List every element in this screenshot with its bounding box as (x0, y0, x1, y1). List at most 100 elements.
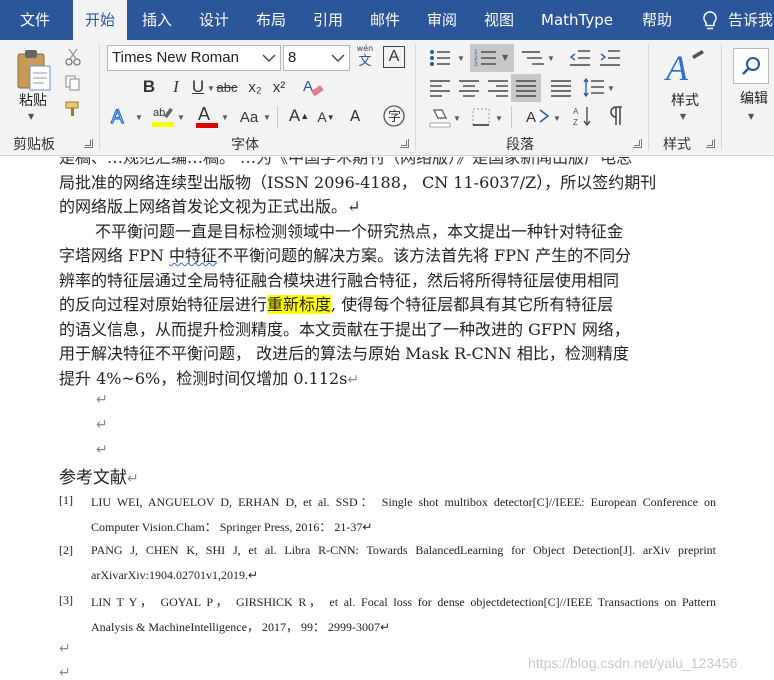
font-launcher-icon[interactable] (400, 139, 409, 148)
paragraph-group-label: 段落 (506, 137, 534, 153)
shading-dropdown-icon[interactable]: ▼ (452, 110, 462, 126)
styles-launcher-icon[interactable] (706, 139, 715, 148)
paste-dropdown-icon[interactable]: ▼ (28, 112, 34, 121)
multilevel-dropdown-icon[interactable]: ▼ (546, 50, 556, 66)
format-painter-icon[interactable] (64, 100, 82, 118)
font-name-combo[interactable]: Times New Roman (107, 45, 281, 71)
reference-number: [3] (59, 593, 73, 607)
references-heading: 参考文献↵ (59, 463, 139, 488)
subscript-button[interactable]: x₂ (244, 76, 266, 98)
font-name-value: Times New Roman (112, 49, 239, 66)
justify-button[interactable] (511, 74, 541, 102)
svg-text:Z: Z (573, 118, 578, 127)
borders-dropdown-icon[interactable]: ▼ (494, 110, 504, 126)
svg-text:A: A (111, 107, 124, 128)
clipboard-launcher-icon[interactable] (84, 139, 93, 148)
show-marks-icon[interactable] (604, 104, 626, 128)
svg-text:A: A (350, 107, 361, 125)
clear-formatting-icon[interactable]: A (301, 75, 325, 99)
paragraph-line: 的反向过程对原始特征层进行重新标度, 使得每个特征层都具有其它所有特征层 (59, 291, 613, 315)
text-effects-dropdown-icon[interactable]: ▼ (134, 108, 144, 126)
tab-layout[interactable]: 布局 (245, 0, 297, 40)
paragraph-mark: ↵ (96, 417, 108, 433)
highlight-icon[interactable]: ab (150, 102, 176, 130)
tab-view[interactable]: 视图 (473, 0, 525, 40)
italic-button[interactable]: I (164, 76, 188, 98)
strikethrough-button[interactable]: abc (212, 76, 242, 98)
borders-icon[interactable] (470, 106, 494, 128)
chevron-down-icon[interactable] (327, 46, 349, 70)
font-size-value: 8 (288, 49, 297, 66)
distributed-icon[interactable] (549, 78, 573, 98)
sort-icon[interactable]: A Z (572, 104, 594, 128)
shading-icon[interactable] (428, 106, 452, 128)
styles-icon[interactable]: A (664, 46, 706, 88)
svg-text:3: 3 (474, 61, 478, 68)
multilevel-list-icon[interactable] (520, 48, 546, 68)
chinese-layout-dropdown-icon[interactable]: ▼ (552, 110, 562, 126)
tab-home[interactable]: 开始 (73, 0, 127, 40)
align-center-icon[interactable] (457, 78, 481, 98)
reference-number: [2] (59, 543, 73, 557)
change-case-button[interactable]: Aa (236, 106, 262, 128)
tab-mathtype[interactable]: MathType (531, 0, 623, 40)
font-size-combo[interactable]: 8 (283, 45, 350, 71)
watermark-text: https://blog.csdn.net/yalu_123456 (528, 655, 738, 671)
paste-icon[interactable] (14, 48, 54, 92)
document-page[interactable]: 是稿、…规范汇编…稿。 …为《中国学术期刊（网络版）》是国家新闻出版广电总 局批… (0, 157, 774, 680)
change-case-dropdown-icon[interactable]: ▼ (262, 108, 272, 126)
font-group-label: 字体 (231, 137, 259, 153)
enclose-character-icon[interactable]: 字 (382, 104, 406, 128)
paragraph-mark: ↵ (59, 641, 71, 657)
underline-button[interactable]: U (188, 76, 208, 98)
align-left-icon[interactable] (428, 78, 452, 98)
bold-button[interactable]: B (137, 76, 161, 98)
justify-icon (516, 80, 536, 97)
tab-references[interactable]: 引用 (302, 0, 354, 40)
chevron-down-icon[interactable] (258, 46, 280, 70)
tab-tell-me[interactable]: 告诉我 (728, 0, 774, 40)
cut-icon[interactable] (64, 48, 82, 66)
line-spacing-icon[interactable] (580, 76, 606, 100)
phonetic-char-icon[interactable]: A (345, 104, 369, 128)
divider (648, 44, 649, 150)
superscript-button[interactable]: x² (268, 76, 290, 98)
copy-icon[interactable] (64, 74, 82, 92)
editing-dropdown-icon[interactable]: ▼ (748, 112, 754, 121)
character-border-button[interactable]: A (383, 46, 405, 68)
bullets-dropdown-icon[interactable]: ▼ (456, 50, 466, 66)
paragraph-mark: ↵ (347, 372, 360, 388)
font-color-icon[interactable]: A (194, 102, 220, 130)
font-color-dropdown-icon[interactable]: ▼ (220, 108, 230, 126)
grow-font-button[interactable]: A ▲ (287, 104, 311, 128)
increase-indent-icon[interactable] (598, 48, 622, 68)
numbering-button[interactable]: 1 2 3 ▼ (470, 44, 514, 72)
phonetic-guide-button[interactable]: wén 文 (354, 44, 376, 72)
tab-help[interactable]: 帮助 (630, 0, 684, 40)
ribbon-home: 粘贴 ▼ 剪贴板 Times New Roman 8 wén 文 A B I U… (0, 40, 774, 156)
editing-button-label[interactable]: 编辑 (734, 88, 774, 108)
tab-file[interactable]: 文件 (8, 0, 62, 40)
styles-button-label[interactable]: 样式 (664, 90, 706, 110)
bullets-icon[interactable] (428, 48, 456, 68)
shrink-font-button[interactable]: A ▼ (315, 106, 337, 128)
svg-text:A: A (198, 104, 210, 124)
lightbulb-icon[interactable] (700, 10, 720, 32)
paragraph-launcher-icon[interactable] (633, 139, 642, 148)
align-right-icon[interactable] (486, 78, 510, 98)
tab-mailings[interactable]: 邮件 (359, 0, 411, 40)
highlighted-text: 重新标度 (267, 295, 332, 314)
text-effects-icon[interactable]: A (108, 104, 134, 128)
line-spacing-dropdown-icon[interactable]: ▼ (606, 80, 616, 96)
styles-dropdown-icon[interactable]: ▼ (680, 112, 686, 121)
tab-insert[interactable]: 插入 (131, 0, 183, 40)
find-button[interactable] (733, 48, 769, 84)
decrease-indent-icon[interactable] (568, 48, 592, 68)
tab-design[interactable]: 设计 (188, 0, 240, 40)
svg-text:A: A (303, 78, 313, 95)
highlight-dropdown-icon[interactable]: ▼ (176, 108, 186, 126)
search-icon (742, 57, 760, 75)
tab-review[interactable]: 审阅 (416, 0, 468, 40)
chinese-layout-icon[interactable]: A (524, 104, 552, 128)
paste-button-label[interactable]: 粘贴 (14, 90, 52, 110)
